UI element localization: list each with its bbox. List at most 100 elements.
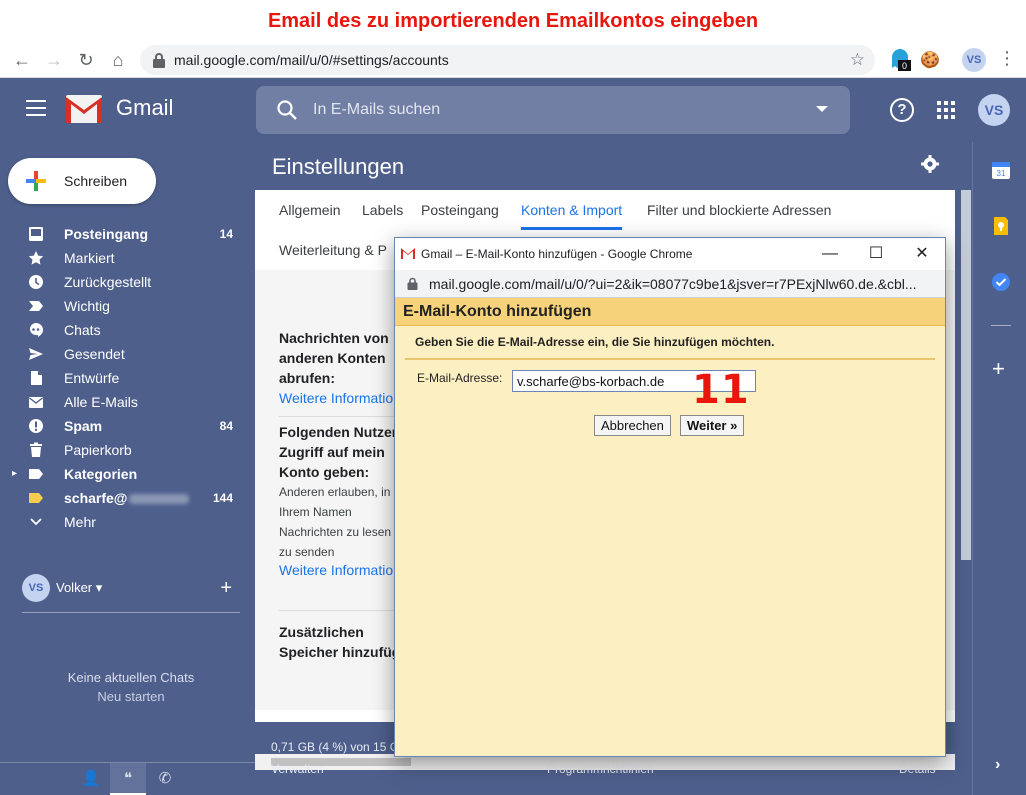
tab-labels[interactable]: Labels xyxy=(362,190,403,230)
hangouts-user-name: Volker ▾ xyxy=(56,580,103,595)
grant-access-text-3: Nachrichten zu lesen xyxy=(279,525,392,539)
details-link[interactable]: Details xyxy=(899,762,936,776)
hangouts-chat-icon[interactable]: ❝ xyxy=(110,763,146,795)
hangouts-user[interactable]: VS Volker ▾ + xyxy=(22,574,242,602)
tab-accounts-import[interactable]: Konten & Import xyxy=(521,190,623,230)
get-addons-plus-icon[interactable]: + xyxy=(992,356,1005,382)
cancel-button[interactable]: Abbrechen xyxy=(594,415,671,436)
sidebar-item-starred[interactable]: Markiert xyxy=(0,246,255,270)
sidebar-item-inbox[interactable]: Posteingang 14 xyxy=(0,222,255,246)
search-bar[interactable]: In E-Mails suchen xyxy=(256,86,850,134)
browser-profile-avatar[interactable]: VS xyxy=(962,48,986,72)
vertical-scrollbar[interactable] xyxy=(958,190,972,750)
address-url: mail.google.com/mail/u/0/#settings/accou… xyxy=(174,52,449,68)
forward-icon[interactable]: → xyxy=(42,48,66,72)
popup-instruction: Geben Sie die E-Mail-Adresse ein, die Si… xyxy=(415,335,775,349)
sidebar-item-trash[interactable]: Papierkorb xyxy=(0,438,255,462)
hangouts-tabs: 👤 ❝ ✆ xyxy=(0,762,255,795)
tasks-icon[interactable] xyxy=(991,272,1011,292)
grant-access-heading: Folgenden Nutzer xyxy=(279,424,398,440)
main-menu-icon[interactable] xyxy=(26,100,46,118)
home-icon[interactable]: ⌂ xyxy=(106,48,130,72)
popup-url: mail.google.com/mail/u/0/?ui=2&ik=08077c… xyxy=(429,276,917,292)
grant-access-heading-3: Konto geben: xyxy=(279,464,370,480)
popup-titlebar[interactable]: Gmail – E-Mail-Konto hinzufügen - Google… xyxy=(395,238,945,270)
instruction-caption: Email des zu importierenden Emailkontos … xyxy=(0,0,1026,42)
draft-icon xyxy=(31,371,42,385)
compose-button[interactable]: Schreiben xyxy=(8,158,156,204)
sidebar-item-spam[interactable]: Spam 84 xyxy=(0,414,255,438)
important-icon xyxy=(29,301,43,311)
add-storage-heading-2: Speicher hinzufüg xyxy=(279,644,401,660)
gear-icon[interactable] xyxy=(921,155,939,173)
next-button[interactable]: Weiter » xyxy=(680,415,745,436)
new-chat-plus-icon[interactable]: + xyxy=(220,574,232,602)
spam-icon xyxy=(29,419,43,433)
apps-grid-icon[interactable] xyxy=(937,101,955,119)
close-icon[interactable]: ✕ xyxy=(899,238,945,270)
sidebar-item-account-label[interactable]: scharfe@ 144 xyxy=(0,486,255,510)
tab-general[interactable]: Allgemein xyxy=(279,190,340,230)
help-icon[interactable]: ? xyxy=(890,98,914,122)
reload-icon[interactable]: ↻ xyxy=(74,48,98,72)
browser-menu-icon[interactable]: ⋮ xyxy=(998,48,1016,69)
sidebar-item-categories[interactable]: ▸ Kategorien xyxy=(0,462,255,486)
gmail-wordmark: Gmail xyxy=(116,95,174,120)
extension-ghost-icon[interactable]: 0 xyxy=(888,48,912,72)
mail-icon xyxy=(29,397,43,408)
sidebar-item-chats[interactable]: Chats xyxy=(0,318,255,342)
cookie-extension-icon[interactable]: 🍪 xyxy=(920,50,940,70)
sidebar-item-sent[interactable]: Gesendet xyxy=(0,342,255,366)
lock-icon xyxy=(153,53,165,68)
account-avatar[interactable]: VS xyxy=(978,94,1010,126)
label-yellow-icon xyxy=(29,493,43,503)
add-account-popup-window: Gmail – E-Mail-Konto hinzufügen - Google… xyxy=(394,237,946,757)
expand-arrow-icon[interactable]: ▸ xyxy=(12,462,17,486)
tab-inbox[interactable]: Posteingang xyxy=(421,190,499,230)
program-policies-link[interactable]: Programmrichtlinien xyxy=(547,762,654,776)
grant-access-text-2: Ihrem Namen xyxy=(279,505,352,519)
send-icon xyxy=(29,348,43,360)
popup-divider xyxy=(405,358,935,360)
tab-forwarding[interactable]: Weiterleitung & P xyxy=(279,230,387,270)
start-new-chat-link[interactable]: Neu starten xyxy=(0,689,262,704)
compose-plus-icon xyxy=(26,171,46,191)
svg-text:31: 31 xyxy=(997,169,1006,178)
sidebar-item-drafts[interactable]: Entwürfe xyxy=(0,366,255,390)
search-input[interactable]: In E-Mails suchen xyxy=(313,86,440,134)
hangouts-avatar: VS xyxy=(22,574,50,602)
popup-heading-bar: E-Mail-Konto hinzufügen xyxy=(395,298,945,326)
contacts-person-icon[interactable]: 👤 xyxy=(73,763,109,795)
sidebar-item-important[interactable]: Wichtig xyxy=(0,294,255,318)
grant-access-info-link[interactable]: Weitere Information xyxy=(279,562,401,578)
chat-icon xyxy=(30,323,43,337)
gmail-favicon-icon xyxy=(401,248,415,259)
section-divider xyxy=(279,416,399,417)
maximize-icon[interactable]: ☐ xyxy=(853,238,899,270)
keep-icon[interactable] xyxy=(991,216,1011,236)
gmail-logo-icon[interactable] xyxy=(66,95,102,123)
page-title: Einstellungen xyxy=(272,154,405,179)
fetch-mail-heading-2: anderen Konten xyxy=(279,350,386,366)
tab-filters[interactable]: Filter und blockierte Adressen xyxy=(647,190,831,230)
back-icon[interactable]: ← xyxy=(10,48,34,72)
fetch-mail-info-link[interactable]: Weitere Information xyxy=(279,390,401,406)
sidebar-item-snoozed[interactable]: Zurückgestellt xyxy=(0,270,255,294)
bookmark-star-icon[interactable]: ☆ xyxy=(850,45,865,75)
lock-icon xyxy=(407,277,418,290)
manage-storage-link[interactable]: Verwalten xyxy=(271,762,324,776)
side-panel-toggle-chevron-icon[interactable]: › xyxy=(995,756,1000,774)
search-icon[interactable] xyxy=(276,99,298,121)
inbox-icon xyxy=(29,227,43,241)
search-options-caret-icon[interactable] xyxy=(816,106,828,112)
sidebar-item-more[interactable]: Mehr xyxy=(0,510,255,534)
calendar-icon[interactable]: 31 xyxy=(991,160,1011,180)
hangouts-divider xyxy=(22,612,240,613)
popup-address-bar[interactable]: mail.google.com/mail/u/0/?ui=2&ik=08077c… xyxy=(395,270,945,298)
section-divider xyxy=(279,610,399,611)
address-bar[interactable]: mail.google.com/mail/u/0/#settings/accou… xyxy=(140,45,875,75)
sidebar-item-all-mail[interactable]: Alle E-Mails xyxy=(0,390,255,414)
grant-access-text: Anderen erlauben, in xyxy=(279,485,391,499)
minimize-icon[interactable]: — xyxy=(807,238,853,270)
phone-icon[interactable]: ✆ xyxy=(147,763,183,795)
